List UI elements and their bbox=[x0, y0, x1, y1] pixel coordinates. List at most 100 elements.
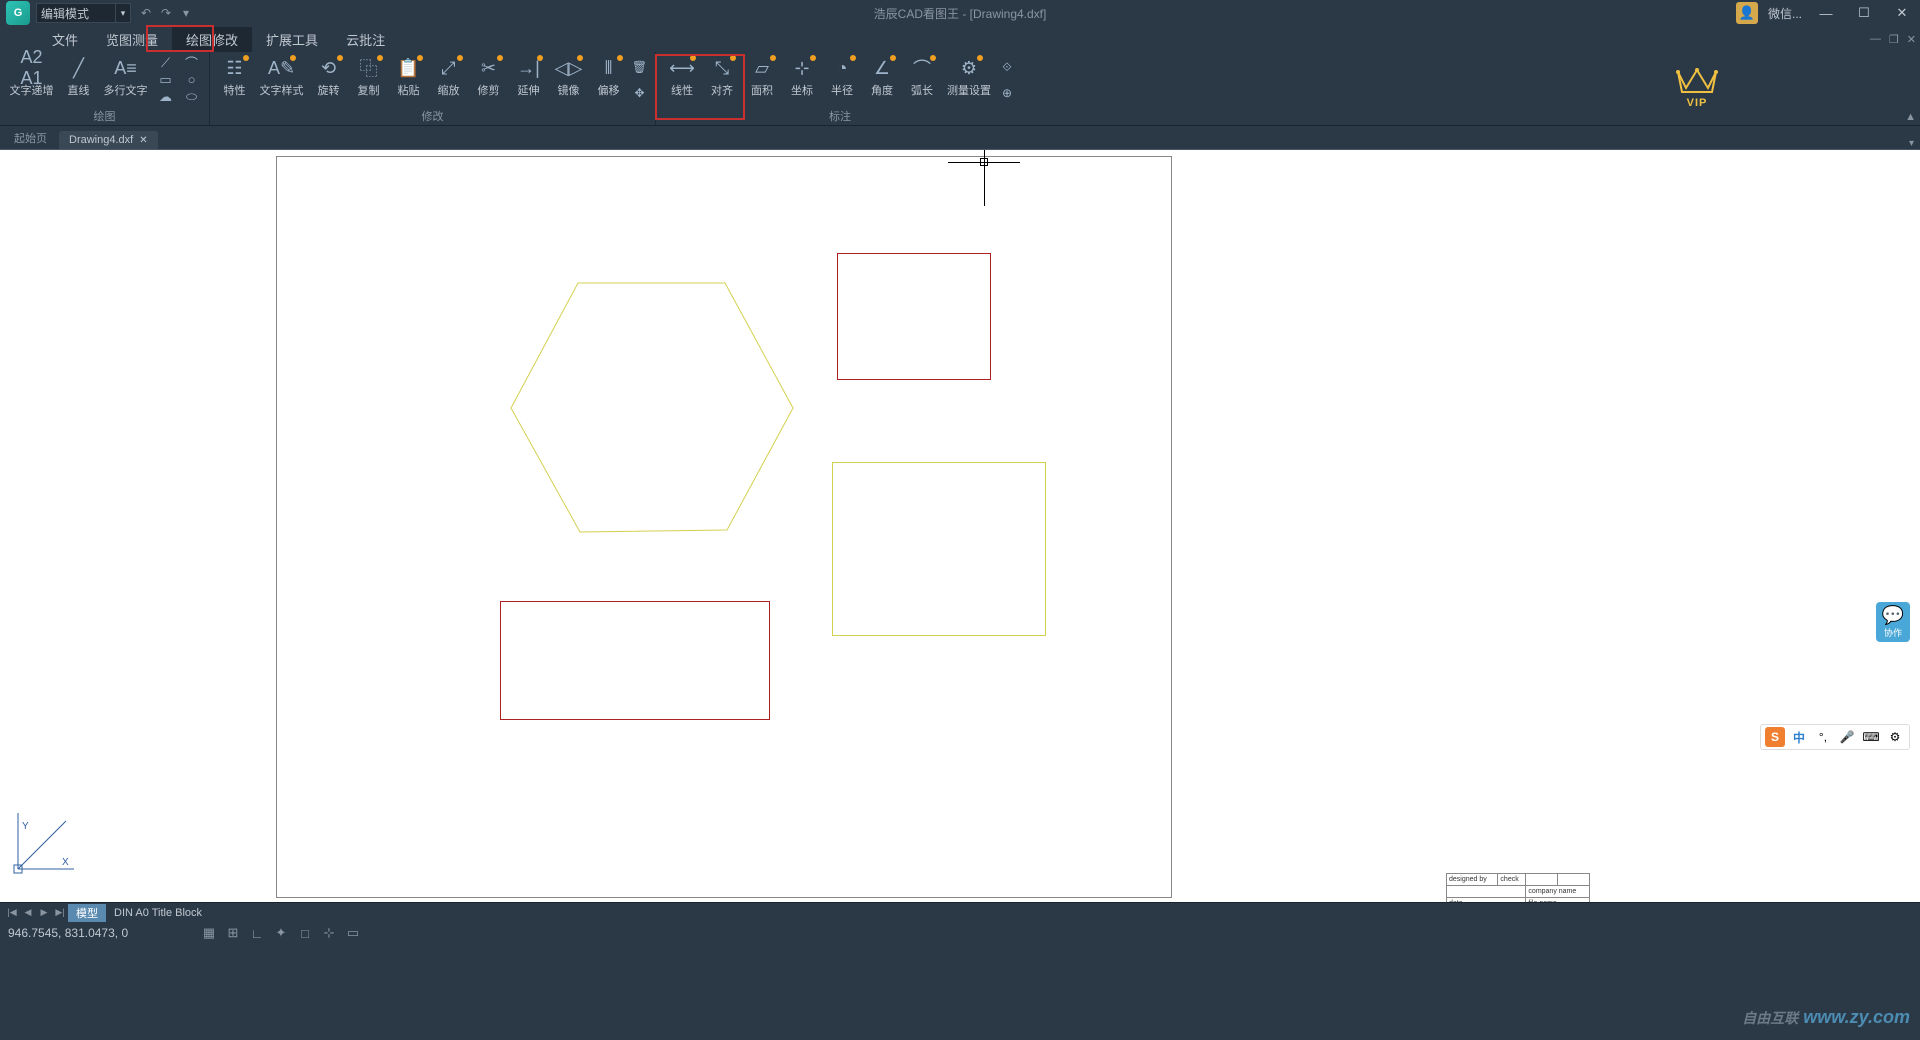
subwindow-close[interactable]: ✕ bbox=[1907, 33, 1916, 46]
status-grid-icon[interactable]: ⊞ bbox=[224, 924, 242, 942]
shape-yellow-rectangle bbox=[832, 462, 1046, 636]
polyline-icon[interactable]: ⟋ bbox=[157, 55, 175, 71]
quick-access-toolbar: ↶ ↷ ▾ bbox=[137, 4, 195, 22]
titlebar: G 编辑模式 ▾ ↶ ↷ ▾ 浩辰CAD看图王 - [Drawing4.dxf]… bbox=[0, 0, 1920, 26]
tool-copy[interactable]: ⿻复制 bbox=[349, 54, 389, 106]
title-block: designed bycheck company name datefile n… bbox=[1446, 873, 1590, 902]
menu-draw-modify[interactable]: 绘图修改 bbox=[172, 27, 252, 52]
ribbon-collapse-icon[interactable]: ▲ bbox=[1905, 111, 1916, 123]
menu-view[interactable]: 览图测量 bbox=[92, 27, 172, 52]
circle-icon[interactable]: ○ bbox=[183, 72, 201, 88]
wechat-link[interactable]: 微信... bbox=[1768, 5, 1802, 22]
status-ortho-icon[interactable]: ∟ bbox=[248, 924, 266, 942]
ime-voice-icon[interactable]: 🎤 bbox=[1837, 727, 1857, 747]
app-logo-icon: G bbox=[6, 1, 30, 25]
layout-nav-last[interactable]: ▶| bbox=[52, 905, 68, 921]
text-increment-icon: A2A1 bbox=[20, 56, 44, 80]
minimize-button[interactable]: — bbox=[1812, 3, 1840, 23]
tool-dim-aligned[interactable]: ⤡对齐 bbox=[702, 54, 742, 106]
tab-dropdown-icon[interactable]: ▾ bbox=[1909, 138, 1914, 149]
qat-undo-icon[interactable]: ↶ bbox=[137, 4, 155, 22]
tool-offset[interactable]: ⫴偏移 bbox=[589, 54, 629, 106]
tool-properties[interactable]: ☷特性 bbox=[215, 54, 255, 106]
properties-icon: ☷ bbox=[223, 56, 247, 80]
ime-sogou-icon[interactable]: S bbox=[1765, 727, 1785, 747]
tool-dim-arc[interactable]: ⌒弧长 bbox=[902, 54, 942, 106]
tool-textstyle[interactable]: A✎文字样式 bbox=[255, 54, 309, 106]
ime-chinese-icon[interactable]: 中 bbox=[1789, 727, 1809, 747]
menu-cloud-annotation[interactable]: 云批注 bbox=[332, 27, 399, 52]
watermark: 自由互联 www.zy.com bbox=[1742, 1007, 1910, 1028]
drawing-canvas[interactable]: Y X designed bycheck company name datefil… bbox=[0, 150, 1920, 902]
tab-drawing4[interactable]: Drawing4.dxf✕ bbox=[59, 131, 158, 149]
group-label-modify: 修改 bbox=[422, 108, 444, 125]
measure-settings-icon: ⚙ bbox=[957, 56, 981, 80]
dim-linear-icon: ⟷ bbox=[670, 56, 694, 80]
close-button[interactable]: ✕ bbox=[1888, 3, 1916, 23]
tool-scale[interactable]: ⤢缩放 bbox=[429, 54, 469, 106]
layout-nav-prev[interactable]: ◀ bbox=[20, 905, 36, 921]
arc-icon[interactable]: ⌒ bbox=[183, 55, 201, 71]
mtext-icon: A≡ bbox=[114, 56, 138, 80]
layout-tab-model[interactable]: 模型 bbox=[68, 904, 106, 922]
offset-icon: ⫴ bbox=[597, 56, 621, 80]
ime-punct-icon[interactable]: °, bbox=[1813, 727, 1833, 747]
tool-mirror[interactable]: ◁▷镜像 bbox=[549, 54, 589, 106]
tool-measure-settings[interactable]: ⚙测量设置 bbox=[942, 54, 996, 106]
tool-dim-area[interactable]: ▱面积 bbox=[742, 54, 782, 106]
copy-icon: ⿻ bbox=[357, 56, 381, 80]
layout-tabbar: |◀ ◀ ▶ ▶| 模型 DIN A0 Title Block bbox=[0, 902, 1920, 922]
layout-tab-a0[interactable]: DIN A0 Title Block bbox=[106, 906, 210, 920]
subwindow-minimize[interactable]: — bbox=[1870, 33, 1881, 46]
cloud-icon[interactable]: ☁ bbox=[157, 89, 175, 105]
tool-extend[interactable]: →|延伸 bbox=[509, 54, 549, 106]
user-avatar-icon[interactable]: 👤 bbox=[1736, 2, 1758, 24]
status-lwt-icon[interactable]: ▭ bbox=[344, 924, 362, 942]
menu-extensions[interactable]: 扩展工具 bbox=[252, 27, 332, 52]
layout-nav-next[interactable]: ▶ bbox=[36, 905, 52, 921]
menu-file[interactable]: 文件 bbox=[38, 27, 92, 52]
tool-dim-linear[interactable]: ⟷线性 bbox=[662, 54, 702, 106]
tool-dim-radius[interactable]: ◔半径 bbox=[822, 54, 862, 106]
mode-dropdown-arrow[interactable]: ▾ bbox=[115, 3, 131, 23]
statusbar: 946.7545, 831.0473, 0 ▦ ⊞ ∟ ✦ □ ⊹ ▭ bbox=[0, 922, 1920, 944]
status-track-icon[interactable]: ⊹ bbox=[320, 924, 338, 942]
trim-icon: ✂ bbox=[477, 56, 501, 80]
dim-extra1-icon[interactable]: ⟐ bbox=[998, 59, 1016, 75]
qat-redo-icon[interactable]: ↷ bbox=[157, 4, 175, 22]
dim-angle-icon: ∠ bbox=[870, 56, 894, 80]
ellipse-icon[interactable]: ⬭ bbox=[183, 89, 201, 105]
tool-paste[interactable]: 📋粘贴 bbox=[389, 54, 429, 106]
tool-dim-coord[interactable]: ⊹坐标 bbox=[782, 54, 822, 106]
mode-dropdown[interactable]: 编辑模式 bbox=[36, 3, 116, 23]
tab-home[interactable]: 起始页 bbox=[4, 127, 57, 149]
ime-toolbar[interactable]: S 中 °, 🎤 ⌨ ⚙ bbox=[1760, 724, 1910, 750]
move-icon[interactable]: ✥ bbox=[631, 85, 649, 101]
tool-text-increment[interactable]: A2A1文字递增 bbox=[5, 54, 59, 106]
ime-keyboard-icon[interactable]: ⌨ bbox=[1861, 727, 1881, 747]
rectangle-icon[interactable]: ▭ bbox=[157, 72, 175, 88]
layout-nav-first[interactable]: |◀ bbox=[4, 905, 20, 921]
svg-text:X: X bbox=[62, 857, 69, 868]
status-snap-icon[interactable]: ▦ bbox=[200, 924, 218, 942]
subwindow-restore[interactable]: ❐ bbox=[1889, 33, 1899, 46]
vip-badge[interactable]: VIP bbox=[1674, 66, 1720, 109]
tool-rotate[interactable]: ⟲旋转 bbox=[309, 54, 349, 106]
ime-settings-icon[interactable]: ⚙ bbox=[1885, 727, 1905, 747]
svg-text:Y: Y bbox=[22, 821, 29, 832]
qat-more-icon[interactable]: ▾ bbox=[177, 4, 195, 22]
ribbon-group-draw: A2A1文字递增 ╱直线 A≡多行文字 ⟋ ▭ ☁ ⌒ ○ ⬭ 绘图 bbox=[0, 52, 210, 125]
delete-icon[interactable]: 🗑 bbox=[631, 59, 649, 75]
paste-icon: 📋 bbox=[397, 56, 421, 80]
tool-mtext[interactable]: A≡多行文字 bbox=[99, 54, 153, 106]
tool-trim[interactable]: ✂修剪 bbox=[469, 54, 509, 106]
collaboration-button[interactable]: 💬协作 bbox=[1876, 602, 1910, 642]
tool-dim-angle[interactable]: ∠角度 bbox=[862, 54, 902, 106]
tab-close-icon[interactable]: ✕ bbox=[139, 135, 147, 146]
shape-yellow-hexagon bbox=[505, 280, 795, 540]
maximize-button[interactable]: ☐ bbox=[1850, 3, 1878, 23]
status-osnap-icon[interactable]: □ bbox=[296, 924, 314, 942]
status-polar-icon[interactable]: ✦ bbox=[272, 924, 290, 942]
dim-extra2-icon[interactable]: ⊕ bbox=[998, 85, 1016, 101]
tool-line[interactable]: ╱直线 bbox=[59, 54, 99, 106]
